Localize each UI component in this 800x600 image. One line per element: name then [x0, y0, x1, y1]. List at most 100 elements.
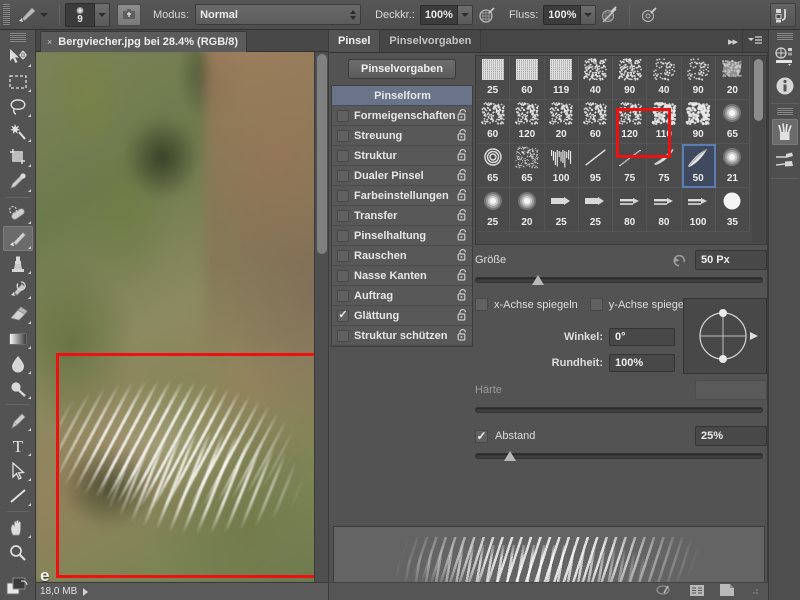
brush-preset-cell[interactable]: 60	[578, 100, 613, 144]
brush-option-gl-ttung[interactable]: ✓ Glättung	[332, 306, 472, 326]
scrollbar-thumb[interactable]	[754, 59, 763, 121]
brush-preset-cell[interactable]: 90	[613, 56, 648, 100]
roundness-input[interactable]: 100%	[609, 354, 675, 372]
brush-size-dropdown-button[interactable]	[95, 2, 110, 27]
flip-x-checkbox[interactable]	[475, 298, 488, 311]
eraser-tool[interactable]	[3, 301, 33, 326]
brush-preset-cell[interactable]: 75	[613, 144, 648, 188]
close-icon[interactable]: ×	[47, 37, 52, 47]
brush-option-checkbox[interactable]	[337, 189, 349, 202]
lock-icon[interactable]	[457, 208, 468, 224]
flow-input[interactable]: 100%	[543, 4, 582, 25]
dodge-tool[interactable]	[3, 376, 33, 401]
lasso-tool[interactable]	[3, 94, 33, 119]
tab-pinsel[interactable]: Pinsel	[329, 30, 381, 52]
flow-dropdown-button[interactable]	[581, 4, 597, 25]
brush-preset-cell[interactable]: 25	[578, 188, 613, 232]
brush-preset-cell[interactable]: 65	[510, 144, 545, 188]
brush-preset-cell[interactable]: 80	[647, 188, 682, 232]
brush-preset-cell[interactable]: 100	[544, 144, 579, 188]
airbrush-icon[interactable]	[599, 4, 621, 26]
lock-icon[interactable]	[457, 108, 468, 124]
brush-option-streuung[interactable]: Streuung	[332, 126, 472, 146]
brush-preset-cell[interactable]: 20	[544, 100, 579, 144]
brush-size-preview[interactable]: 9	[65, 2, 95, 27]
panel-resize-grip[interactable]	[749, 585, 759, 598]
path-selection-tool[interactable]	[3, 458, 33, 483]
brush-option-checkbox[interactable]	[337, 209, 349, 222]
dock-grip[interactable]	[776, 108, 793, 116]
brush-presets-panel-icon[interactable]	[772, 148, 798, 174]
brush-preset-cell[interactable]: 40	[647, 56, 682, 100]
size-input[interactable]: 50 Px	[695, 250, 767, 270]
brush-option-checkbox[interactable]	[337, 129, 349, 142]
marquee-tool[interactable]	[3, 69, 33, 94]
preset-grid-scrollbar[interactable]	[752, 57, 765, 243]
opacity-pressure-icon[interactable]	[476, 4, 498, 26]
brush-preset-cell[interactable]: 80	[613, 188, 648, 232]
brush-preset-cell[interactable]: 120	[510, 100, 545, 144]
brush-tool[interactable]	[2, 226, 33, 251]
new-brush-preset-icon[interactable]	[689, 584, 705, 600]
lock-icon[interactable]	[457, 328, 468, 344]
gradient-tool[interactable]	[3, 326, 33, 351]
tab-pinselvorgaben[interactable]: Pinselvorgaben	[380, 30, 482, 52]
tools-panel-grip[interactable]	[9, 33, 26, 42]
pen-tool[interactable]	[3, 408, 33, 433]
lock-icon[interactable]	[457, 168, 468, 184]
brush-preset-cell[interactable]: 90	[681, 56, 716, 100]
lock-icon[interactable]	[457, 308, 468, 324]
type-tool[interactable]: T	[3, 433, 33, 458]
brush-option-transfer[interactable]: Transfer	[332, 206, 472, 226]
brush-preset-cell[interactable]: 25	[544, 188, 579, 232]
spacing-input[interactable]: 25%	[695, 426, 767, 446]
healing-brush-tool[interactable]	[3, 201, 33, 226]
brush-tool-icon[interactable]	[14, 3, 40, 27]
dock-grip[interactable]	[776, 33, 793, 41]
brush-presets-button[interactable]: Pinselvorgaben	[348, 59, 456, 79]
brush-option-checkbox[interactable]	[337, 229, 349, 242]
brush-preset-cell[interactable]: 90	[681, 100, 716, 144]
scrollbar-thumb[interactable]	[317, 54, 327, 254]
lock-icon[interactable]	[457, 148, 468, 164]
brush-preset-cell[interactable]: 40	[578, 56, 613, 100]
brush-preset-cell[interactable]: 75	[647, 144, 682, 188]
zoom-tool[interactable]	[3, 540, 33, 565]
blend-mode-select[interactable]: Normal	[195, 4, 362, 25]
lock-icon[interactable]	[457, 128, 468, 144]
line-tool[interactable]	[3, 483, 33, 508]
delete-brush-icon[interactable]	[719, 583, 735, 600]
flip-y-checkbox[interactable]	[589, 298, 603, 311]
brush-preset-cell[interactable]: 20	[715, 56, 750, 100]
blur-tool[interactable]	[3, 351, 33, 376]
brush-option-checkbox[interactable]	[337, 249, 349, 262]
info-panel-icon[interactable]	[772, 73, 798, 99]
crop-tool[interactable]	[3, 144, 33, 169]
lock-icon[interactable]	[457, 288, 468, 304]
options-bar-grip[interactable]	[3, 3, 10, 26]
brush-option-checkbox[interactable]	[337, 169, 349, 182]
eyedropper-tool[interactable]	[3, 169, 33, 194]
brush-option-checkbox[interactable]	[337, 149, 349, 162]
symmetry-icon[interactable]	[638, 4, 660, 26]
angle-input[interactable]: 0°	[609, 328, 675, 346]
lock-icon[interactable]	[457, 228, 468, 244]
brush-option-checkbox[interactable]	[337, 329, 349, 342]
brush-option-auftrag[interactable]: Auftrag	[332, 286, 472, 306]
brush-option-struktur-sch-tzen[interactable]: Struktur schützen	[332, 326, 472, 346]
brush-preset-cell[interactable]: 100	[681, 188, 716, 232]
hand-tool[interactable]	[3, 515, 33, 540]
brush-preset-cell[interactable]: 95	[578, 144, 613, 188]
reset-arrow-icon[interactable]	[672, 253, 687, 267]
brush-preset-cell[interactable]: 50	[681, 144, 716, 188]
brush-preset-cell[interactable]: 60	[510, 56, 545, 100]
brush-preset-chevron-down-icon[interactable]	[40, 12, 48, 17]
move-tool[interactable]	[3, 44, 33, 69]
opacity-dropdown-button[interactable]	[457, 4, 473, 25]
angle-roundness-dial[interactable]	[683, 298, 767, 374]
brush-preset-cell[interactable]: 21	[715, 144, 750, 188]
clone-stamp-tool[interactable]	[3, 251, 33, 276]
brush-option-dualer-pinsel[interactable]: Dualer Pinsel	[332, 166, 472, 186]
brush-preset-cell[interactable]: 65	[715, 100, 750, 144]
brush-option-checkbox[interactable]: ✓	[337, 309, 349, 322]
